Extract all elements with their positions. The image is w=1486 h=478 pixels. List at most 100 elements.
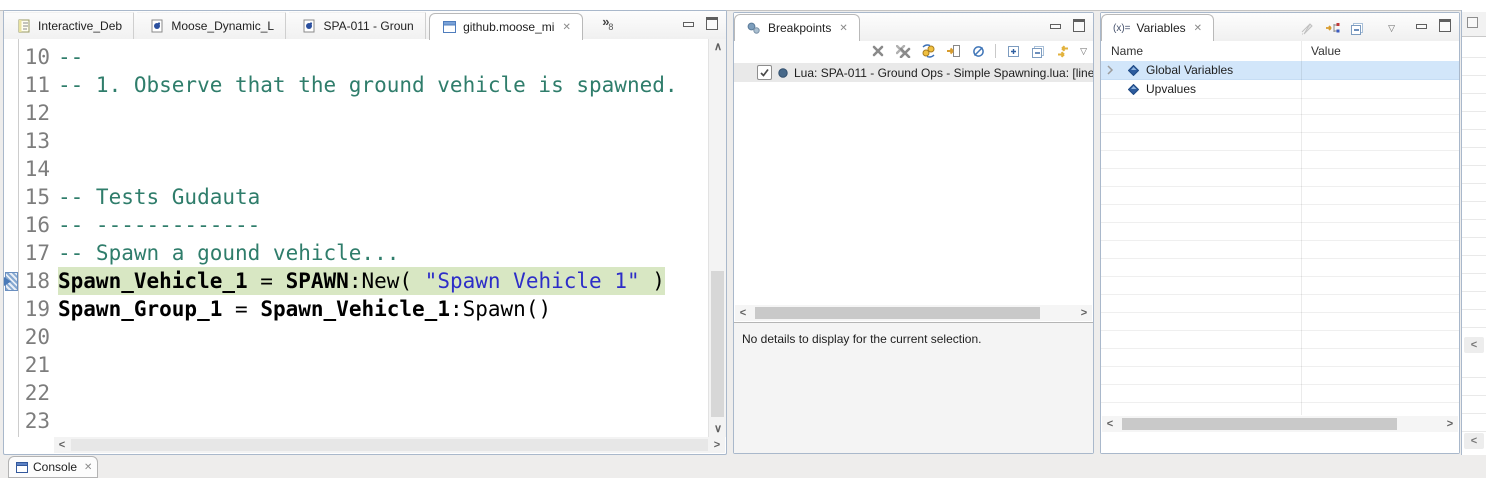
line-number: 17 xyxy=(20,239,50,267)
code-line[interactable]: 19Spawn_Group_1 = Spawn_Vehicle_1:Spawn(… xyxy=(4,295,708,323)
goto-file-for-breakpoint-icon[interactable] xyxy=(945,43,961,59)
line-number: 23 xyxy=(20,407,50,435)
eclipse-workbench: Interactive_Deb Moose_Dynamic_L SPA-011 … xyxy=(0,0,1486,469)
scrollbar-thumb[interactable] xyxy=(71,439,708,451)
scroll-left-icon[interactable]: < xyxy=(1102,416,1118,432)
scroll-up-icon[interactable]: ∧ xyxy=(710,39,726,55)
variables-column-headers: Name Value xyxy=(1101,41,1459,62)
scroll-left-icon[interactable]: < xyxy=(735,305,751,321)
clipped-panel-tab xyxy=(1462,12,1486,37)
console-icon xyxy=(16,459,28,475)
line-number: 16 xyxy=(20,211,50,239)
breakpoints-panel: Breakpoints ✕ xyxy=(733,12,1094,454)
code-line[interactable]: 23 xyxy=(4,407,708,435)
tab-variables[interactable]: (x)= Variables ✕ xyxy=(1101,14,1214,41)
variables-toolbar: ▽ xyxy=(1299,20,1395,36)
code-line[interactable]: 21 xyxy=(4,351,708,379)
column-divider[interactable] xyxy=(1301,41,1302,415)
code-line[interactable]: 20 xyxy=(4,323,708,351)
tab-github-moose[interactable]: github.moose_mi ✕ xyxy=(429,13,583,40)
variables-view-icon: (x)= xyxy=(1113,23,1131,34)
collapse-all-icon[interactable] xyxy=(1030,43,1046,59)
variable-row[interactable]: Global Variables xyxy=(1101,61,1459,80)
breakpoints-horizontal-scrollbar[interactable]: < > xyxy=(735,305,1092,321)
code-line[interactable]: 16-- ------------- xyxy=(4,211,708,239)
code-line[interactable]: 17-- Spawn a gound vehicle... xyxy=(4,239,708,267)
scroll-left-icon[interactable]: < xyxy=(1464,433,1484,449)
column-header-value[interactable]: Value xyxy=(1311,44,1341,58)
code-lines: 10--11-- 1. Observe that the ground vehi… xyxy=(4,43,708,435)
tab-moose-dynamic[interactable]: Moose_Dynamic_L xyxy=(137,12,286,39)
close-icon[interactable]: ✕ xyxy=(562,22,570,33)
code-line[interactable]: 10-- xyxy=(4,43,708,71)
maximize-icon[interactable] xyxy=(1439,19,1451,32)
variables-footer-strip xyxy=(1101,433,1459,453)
code-line[interactable]: 12 xyxy=(4,99,708,127)
maximize-icon[interactable] xyxy=(1073,19,1085,32)
code-line[interactable]: 13 xyxy=(4,127,708,155)
tab-label: SPA-011 - Groun xyxy=(323,19,413,33)
maximize-icon[interactable] xyxy=(706,17,718,30)
variables-horizontal-scrollbar[interactable]: < > xyxy=(1102,416,1458,432)
editor-window-buttons xyxy=(683,17,718,30)
expander-chevron-icon[interactable] xyxy=(1106,64,1114,76)
scroll-left-icon[interactable]: < xyxy=(1464,337,1484,353)
show-supported-breakpoints-icon[interactable] xyxy=(920,43,936,59)
view-menu-icon[interactable]: ▽ xyxy=(1388,23,1395,34)
scrollbar-thumb[interactable] xyxy=(755,307,1040,319)
line-number: 22 xyxy=(20,379,50,407)
scrollbar-thumb[interactable] xyxy=(1122,418,1397,430)
line-number: 11 xyxy=(20,71,50,99)
breakpoints-view-icon xyxy=(746,20,762,36)
minimize-icon[interactable] xyxy=(1416,24,1427,29)
line-number: 15 xyxy=(20,183,50,211)
code-line[interactable]: 11-- 1. Observe that the ground vehicle … xyxy=(4,71,708,99)
minimize-icon[interactable] xyxy=(1050,24,1061,29)
editor-horizontal-scrollbar[interactable]: < > xyxy=(54,437,725,453)
close-icon[interactable]: ✕ xyxy=(84,462,92,473)
view-menu-icon[interactable]: ▽ xyxy=(1080,46,1087,57)
scrollbar-thumb[interactable] xyxy=(711,271,724,417)
scroll-right-icon[interactable]: > xyxy=(1076,305,1092,321)
tab-spa-011[interactable]: SPA-011 - Groun xyxy=(289,12,425,39)
column-header-name[interactable]: Name xyxy=(1111,44,1143,58)
code-line[interactable]: 15-- Tests Gudauta xyxy=(4,183,708,211)
code-line[interactable]: 22 xyxy=(4,379,708,407)
breakpoint-dot-icon xyxy=(778,65,788,81)
bottom-view-strip: Console ✕ xyxy=(0,455,1486,469)
link-with-debug-view-icon[interactable] xyxy=(1055,43,1071,59)
code-line[interactable]: 18Spawn_Vehicle_1 = SPAWN:New( "Spawn Ve… xyxy=(4,267,708,295)
breakpoint-row[interactable]: Lua: SPA-011 - Ground Ops - Simple Spawn… xyxy=(734,63,1093,82)
editor-panel: Interactive_Deb Moose_Dynamic_L SPA-011 … xyxy=(3,10,727,455)
scroll-right-icon[interactable]: > xyxy=(1442,416,1458,432)
tab-console[interactable]: Console ✕ xyxy=(8,456,98,478)
skip-all-breakpoints-icon[interactable] xyxy=(970,43,986,59)
breakpoints-list[interactable]: Lua: SPA-011 - Ground Ops - Simple Spawn… xyxy=(734,63,1093,305)
close-icon[interactable]: ✕ xyxy=(1194,23,1202,34)
close-icon[interactable]: ✕ xyxy=(839,23,847,34)
collapse-all-icon[interactable] xyxy=(1349,20,1365,36)
code-line[interactable]: 14 xyxy=(4,155,708,183)
tab-overflow-chevron[interactable]: »8 xyxy=(602,14,614,29)
tab-breakpoints[interactable]: Breakpoints ✕ xyxy=(734,14,860,41)
scroll-right-icon[interactable]: > xyxy=(709,437,725,453)
variables-rows: Global VariablesUpvalues xyxy=(1101,61,1459,99)
remove-all-breakpoints-icon[interactable] xyxy=(895,43,911,59)
show-type-names-icon[interactable] xyxy=(1324,20,1340,36)
expand-all-icon[interactable] xyxy=(1005,43,1021,59)
scroll-left-icon[interactable]: < xyxy=(54,437,70,453)
code-editor[interactable]: 10--11-- 1. Observe that the ground vehi… xyxy=(4,39,726,437)
remove-breakpoint-icon[interactable] xyxy=(870,43,886,59)
breakpoint-checkbox[interactable] xyxy=(757,65,772,80)
show-logical-structure-icon-disabled[interactable] xyxy=(1299,20,1315,36)
tab-label: Variables xyxy=(1137,21,1186,35)
scroll-down-icon[interactable]: ∨ xyxy=(710,421,726,437)
line-number: 19 xyxy=(20,295,50,323)
line-number: 14 xyxy=(20,155,50,183)
tab-interactive-deb[interactable]: Interactive_Deb xyxy=(4,12,134,39)
breakpoint-details-pane: No details to display for the current se… xyxy=(734,323,1093,453)
tab-label: github.moose_mi xyxy=(463,20,554,34)
line-number: 20 xyxy=(20,323,50,351)
editor-vertical-scrollbar[interactable]: ∧ ∨ xyxy=(708,39,726,437)
minimize-icon[interactable] xyxy=(683,22,694,27)
